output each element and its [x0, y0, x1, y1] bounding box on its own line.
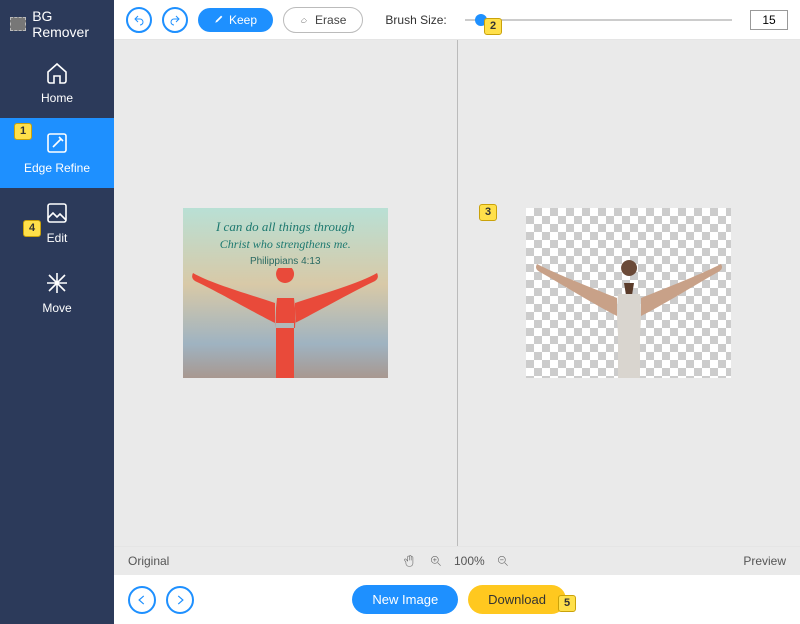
- annotation-badge-3: 3: [479, 204, 497, 221]
- zoom-value: 100%: [454, 554, 485, 568]
- preview-panel[interactable]: [458, 40, 800, 546]
- sidebar-item-label: Edge Refine: [24, 161, 90, 175]
- person-silhouette-red: [185, 268, 385, 378]
- redo-button[interactable]: [162, 7, 188, 33]
- main-area: Keep Erase Brush Size: 15 I can do all t…: [114, 0, 800, 624]
- original-image-text: I can do all things through Christ who s…: [183, 208, 388, 268]
- sidebar-item-edit[interactable]: Edit: [0, 188, 114, 258]
- brush-icon: [214, 13, 224, 27]
- preview-image: [526, 208, 731, 378]
- sidebar-item-move[interactable]: Move: [0, 258, 114, 328]
- brush-size-value[interactable]: 15: [750, 10, 788, 30]
- erase-button[interactable]: Erase: [283, 7, 363, 33]
- sidebar-item-home[interactable]: Home: [0, 48, 114, 118]
- eraser-icon: [300, 13, 310, 27]
- hand-tool-icon[interactable]: [402, 553, 418, 569]
- keep-button[interactable]: Keep: [198, 8, 273, 32]
- annotation-badge-5: 5: [558, 595, 576, 612]
- home-icon: [45, 61, 69, 85]
- annotation-badge-4: 4: [23, 220, 41, 237]
- next-image-button[interactable]: [166, 586, 194, 614]
- zoom-in-icon[interactable]: [428, 553, 444, 569]
- app-logo-icon: [10, 17, 26, 31]
- app-title: BG Remover: [0, 0, 114, 48]
- brush-size-label: Brush Size:: [385, 13, 446, 27]
- original-image: I can do all things through Christ who s…: [183, 208, 388, 378]
- download-button[interactable]: Download: [468, 585, 566, 614]
- sidebar-item-label: Edit: [47, 231, 68, 245]
- sidebar-item-label: Home: [41, 91, 73, 105]
- app-title-text: BG Remover: [32, 8, 104, 40]
- annotation-badge-1: 1: [14, 123, 32, 140]
- person-silhouette-natural: [529, 258, 729, 378]
- erase-label: Erase: [315, 13, 346, 27]
- original-label: Original: [128, 554, 169, 568]
- edge-refine-icon: [45, 131, 69, 155]
- prev-image-button[interactable]: [128, 586, 156, 614]
- footer: New Image Download: [114, 575, 800, 624]
- toolbar: Keep Erase Brush Size: 15: [114, 0, 800, 40]
- move-icon: [45, 271, 69, 295]
- preview-label: Preview: [743, 554, 786, 568]
- edit-icon: [45, 201, 69, 225]
- new-image-button[interactable]: New Image: [352, 585, 458, 614]
- sidebar-item-label: Move: [42, 301, 71, 315]
- zoom-out-icon[interactable]: [495, 553, 511, 569]
- canvas-area: I can do all things through Christ who s…: [114, 40, 800, 546]
- original-panel[interactable]: I can do all things through Christ who s…: [114, 40, 457, 546]
- keep-label: Keep: [229, 13, 257, 27]
- undo-button[interactable]: [126, 7, 152, 33]
- status-bar: Original 100% Preview: [114, 546, 800, 575]
- sidebar: BG Remover Home Edge Refine Edit Move: [0, 0, 114, 624]
- annotation-badge-2: 2: [484, 18, 502, 35]
- zoom-controls: 100%: [169, 553, 743, 569]
